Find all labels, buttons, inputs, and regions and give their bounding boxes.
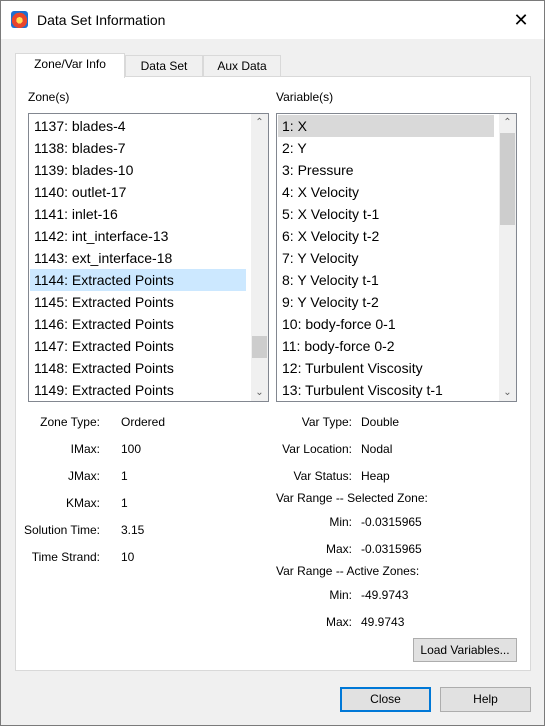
variables-label: Variable(s)	[276, 90, 334, 104]
list-item[interactable]: 11: body-force 0-2	[278, 335, 494, 357]
title-bar[interactable]: Data Set Information ✕	[1, 1, 544, 39]
app-icon	[11, 11, 28, 28]
list-item[interactable]: 1138: blades-7	[30, 137, 246, 159]
imax-value: 100	[121, 442, 142, 456]
list-item[interactable]: 12: Turbulent Viscosity	[278, 357, 494, 379]
chevron-down-icon[interactable]: ⌄	[499, 384, 516, 401]
list-item[interactable]: 1: X	[278, 115, 494, 137]
list-item[interactable]: 13: Turbulent Viscosity t-1	[278, 379, 494, 401]
selected-max-value: -0.0315965	[361, 542, 422, 556]
chevron-down-icon[interactable]: ⌄	[251, 384, 268, 401]
zones-label: Zone(s)	[28, 90, 70, 104]
selected-min-value: -0.0315965	[361, 515, 422, 529]
help-button[interactable]: Help	[440, 687, 531, 712]
selected-max-label: Max:	[325, 542, 352, 556]
list-item[interactable]: 1137: blades-4	[30, 115, 246, 137]
var-location-label: Var Location:	[282, 442, 352, 456]
list-item[interactable]: 1148: Extracted Points	[30, 357, 246, 379]
variables-scroll-thumb[interactable]	[500, 133, 515, 225]
tab-data-set[interactable]: Data Set	[125, 55, 203, 77]
dialog-window: Data Set Information ✕ Zone/Var Info Dat…	[0, 0, 545, 726]
list-item[interactable]: 1139: blades-10	[30, 159, 246, 181]
zones-scroll-thumb[interactable]	[252, 336, 267, 358]
list-item[interactable]: 7: Y Velocity	[278, 247, 494, 269]
var-type-label: Var Type:	[301, 415, 352, 429]
solution-time-label: Solution Time:	[23, 523, 100, 537]
variables-scrollbar[interactable]: ⌃ ⌄	[499, 114, 516, 401]
list-item[interactable]: 1149: Extracted Points	[30, 379, 246, 401]
zone-var-info-panel: Zone(s) 1137: blades-4 1138: blades-7 1139…	[15, 76, 531, 671]
zone-type-value: Ordered	[121, 415, 166, 429]
list-item[interactable]: 9: Y Velocity t-2	[278, 291, 494, 313]
active-max-label: Max:	[325, 615, 352, 629]
active-min-value: -49.9743	[361, 588, 409, 602]
list-item[interactable]: 3: Pressure	[278, 159, 494, 181]
list-item[interactable]: 1147: Extracted Points	[30, 335, 246, 357]
load-variables-button[interactable]: Load Variables...	[413, 638, 517, 662]
list-item[interactable]: 1145: Extracted Points	[30, 291, 246, 313]
close-button[interactable]: Close	[340, 687, 431, 712]
chevron-up-icon[interactable]: ⌃	[251, 114, 268, 131]
var-range-active-label: Var Range -- Active Zones:	[276, 564, 420, 578]
list-item[interactable]: 1146: Extracted Points	[30, 313, 246, 335]
time-strand-label: Time Strand:	[31, 550, 100, 564]
zones-listbox[interactable]: 1137: blades-4 1138: blades-7 1139: blades…	[28, 113, 269, 402]
kmax-value: 1	[121, 496, 128, 510]
close-icon[interactable]: ✕	[510, 9, 532, 31]
var-location-value: Nodal	[361, 442, 393, 456]
zone-type-label: Zone Type:	[40, 415, 100, 429]
var-range-selected-label: Var Range -- Selected Zone:	[276, 491, 428, 505]
selected-min-label: Min:	[329, 515, 352, 529]
tab-zone-var-info[interactable]: Zone/Var Info	[15, 53, 125, 78]
active-min-label: Min:	[329, 588, 352, 602]
window-title: Data Set Information	[37, 12, 166, 28]
var-status-label: Var Status:	[293, 469, 352, 483]
imax-label: IMax:	[70, 442, 100, 456]
zones-scrollbar[interactable]: ⌃ ⌄	[251, 114, 268, 401]
variables-listbox[interactable]: 1: X 2: Y 3: Pressure 4: X Velocity 5: X Vel…	[276, 113, 517, 402]
list-item[interactable]: 1141: inlet-16	[30, 203, 246, 225]
list-item[interactable]: 10: body-force 0-1	[278, 313, 494, 335]
jmax-label: JMax:	[67, 469, 100, 483]
list-item[interactable]: 8: Y Velocity t-1	[278, 269, 494, 291]
time-strand-value: 10	[121, 550, 135, 564]
list-item[interactable]: 1144: Extracted Points	[30, 269, 246, 291]
list-item[interactable]: 1143: ext_interface-18	[30, 247, 246, 269]
list-item[interactable]: 1142: int_interface-13	[30, 225, 246, 247]
list-item[interactable]: 2: Y	[278, 137, 494, 159]
list-item[interactable]: 5: X Velocity t-1	[278, 203, 494, 225]
list-item[interactable]: 6: X Velocity t-2	[278, 225, 494, 247]
jmax-value: 1	[121, 469, 128, 483]
var-type-value: Double	[361, 415, 400, 429]
kmax-label: KMax:	[65, 496, 100, 510]
chevron-up-icon[interactable]: ⌃	[499, 114, 516, 131]
solution-time-value: 3.15	[121, 523, 145, 537]
tab-aux-data[interactable]: Aux Data	[203, 55, 281, 77]
list-item[interactable]: 1140: outlet-17	[30, 181, 246, 203]
active-max-value: 49.9743	[361, 615, 405, 629]
list-item[interactable]: 4: X Velocity	[278, 181, 494, 203]
var-status-value: Heap	[361, 469, 390, 483]
